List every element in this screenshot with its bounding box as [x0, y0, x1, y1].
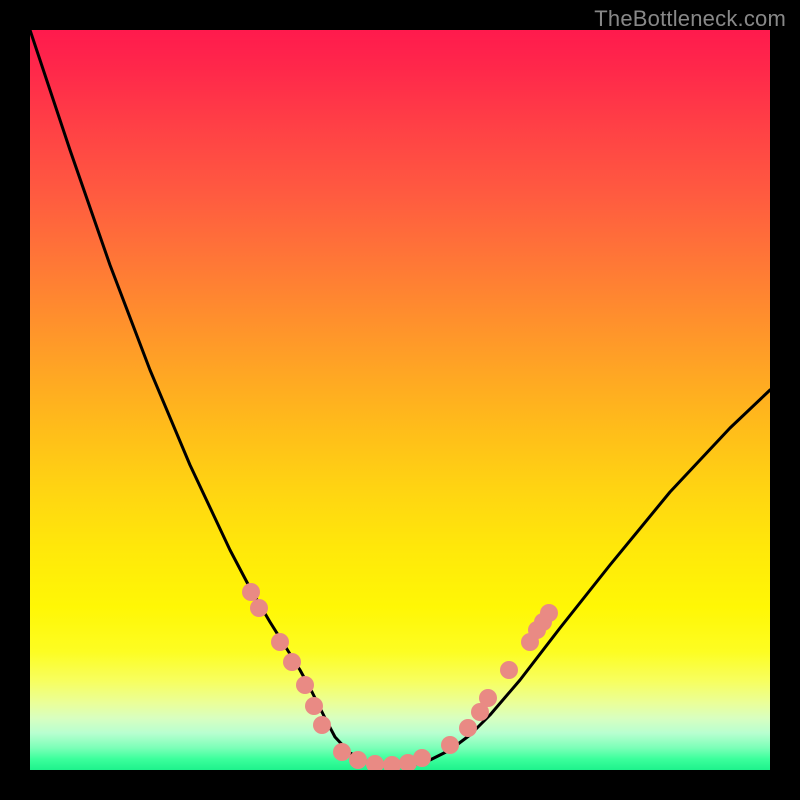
- curve-marker: [242, 583, 260, 601]
- curve-marker: [441, 736, 459, 754]
- bottleneck-curve: [30, 30, 770, 766]
- curve-layer: [30, 30, 770, 770]
- curve-marker: [313, 716, 331, 734]
- chart-frame: TheBottleneck.com: [0, 0, 800, 800]
- curve-marker: [305, 697, 323, 715]
- curve-marker: [271, 633, 289, 651]
- curve-marker: [383, 756, 401, 770]
- curve-marker: [413, 749, 431, 767]
- curve-marker: [349, 751, 367, 769]
- curve-marker: [459, 719, 477, 737]
- curve-marker: [250, 599, 268, 617]
- plot-area: [30, 30, 770, 770]
- curve-path: [30, 30, 770, 766]
- curve-marker: [366, 755, 384, 770]
- curve-markers: [242, 583, 558, 770]
- curve-marker: [283, 653, 301, 671]
- curve-marker: [500, 661, 518, 679]
- curve-marker: [333, 743, 351, 761]
- curve-marker: [296, 676, 314, 694]
- watermark-text: TheBottleneck.com: [594, 6, 786, 32]
- curve-marker: [479, 689, 497, 707]
- curve-marker: [540, 604, 558, 622]
